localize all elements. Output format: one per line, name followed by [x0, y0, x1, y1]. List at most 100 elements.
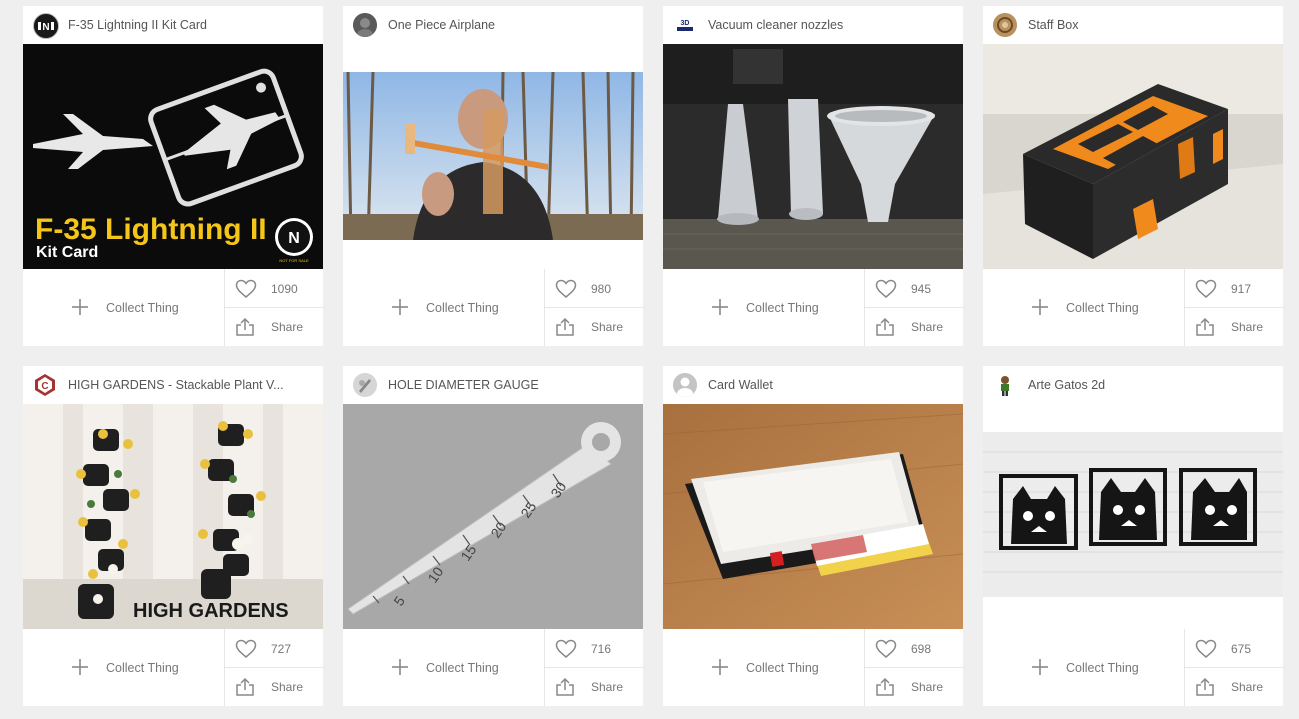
thing-title[interactable]: HOLE DIAMETER GAUGE: [388, 378, 633, 392]
creator-avatar[interactable]: [353, 373, 377, 397]
plus-icon: [712, 659, 728, 675]
thing-title[interactable]: HIGH GARDENS - Stackable Plant V...: [68, 378, 313, 392]
creator-avatar[interactable]: [993, 13, 1017, 37]
share-label: Share: [271, 680, 304, 694]
thing-card[interactable]: Staff Box Collect Thing 917 Share: [983, 6, 1284, 346]
card-stats: 917 Share: [1184, 269, 1284, 346]
share-icon: [236, 317, 254, 336]
collect-label: Collect Thing: [426, 661, 499, 675]
thing-title[interactable]: F-35 Lightning II Kit Card: [68, 18, 313, 32]
collect-thing-button[interactable]: Collect Thing: [343, 629, 544, 706]
share-button[interactable]: Share: [865, 308, 964, 346]
heart-icon: [875, 639, 897, 658]
like-button[interactable]: 716: [545, 629, 644, 668]
creator-avatar[interactable]: [353, 13, 377, 37]
like-count: 716: [591, 642, 612, 656]
share-icon: [236, 677, 254, 696]
share-button[interactable]: Share: [545, 308, 644, 346]
card-stats: 945 Share: [864, 269, 964, 346]
like-button[interactable]: 945: [865, 269, 964, 308]
like-count: 917: [1231, 282, 1252, 296]
thing-thumbnail[interactable]: [983, 44, 1283, 269]
card-header: HOLE DIAMETER GAUGE: [343, 366, 643, 404]
thing-card[interactable]: C HIGH GARDENS - Stackable Plant V... HI…: [23, 366, 324, 706]
thing-card[interactable]: Arte Gatos 2d Collect Thing 675 Share: [983, 366, 1284, 706]
thing-card[interactable]: HOLE DIAMETER GAUGE 30 25 20 15 10 5 Col…: [343, 366, 644, 706]
like-button[interactable]: 1090: [225, 269, 324, 308]
card-header: C HIGH GARDENS - Stackable Plant V...: [23, 366, 323, 404]
like-button[interactable]: 675: [1185, 629, 1284, 668]
heart-icon: [235, 639, 257, 658]
collect-thing-button[interactable]: Collect Thing: [343, 269, 544, 346]
thing-card[interactable]: Card Wallet Collect Thing 698 Share: [663, 366, 964, 706]
thing-title[interactable]: Card Wallet: [708, 378, 953, 392]
thing-thumbnail[interactable]: 30 25 20 15 10 5: [343, 404, 643, 629]
share-button[interactable]: Share: [225, 308, 324, 346]
thumb-headline: HIGH GARDENS: [133, 600, 289, 622]
plus-icon: [72, 299, 88, 315]
thing-thumbnail[interactable]: [343, 44, 643, 269]
creator-avatar[interactable]: [673, 373, 697, 397]
collect-label: Collect Thing: [1066, 661, 1139, 675]
thing-card[interactable]: 3D Vacuum cleaner nozzles Collect Thing: [663, 6, 964, 346]
collect-thing-button[interactable]: Collect Thing: [983, 269, 1184, 346]
collect-thing-button[interactable]: Collect Thing: [23, 269, 224, 346]
card-stats: 1090 Share: [224, 269, 324, 346]
share-label: Share: [1231, 680, 1264, 694]
collect-thing-button[interactable]: Collect Thing: [983, 629, 1184, 706]
thing-thumbnail[interactable]: HIGH GARDENS: [23, 404, 323, 629]
share-label: Share: [911, 680, 944, 694]
creator-avatar[interactable]: C: [33, 373, 57, 397]
thing-card[interactable]: N F-35 Lightning II Kit Card F-35 Lightn…: [23, 6, 324, 346]
thing-title[interactable]: Arte Gatos 2d: [1028, 378, 1273, 392]
share-button[interactable]: Share: [1185, 668, 1284, 706]
thing-thumbnail[interactable]: F-35 Lightning II Kit Card N NOT FOR SAL…: [23, 44, 323, 269]
card-stats: 980 Share: [544, 269, 644, 346]
card-stats: 698 Share: [864, 629, 964, 706]
heart-icon: [235, 279, 257, 298]
thing-thumbnail[interactable]: [983, 404, 1283, 629]
plus-icon: [392, 659, 408, 675]
collect-label: Collect Thing: [106, 301, 179, 315]
creator-avatar[interactable]: N: [33, 13, 59, 39]
collect-label: Collect Thing: [106, 661, 179, 675]
thing-title[interactable]: Vacuum cleaner nozzles: [708, 18, 953, 32]
collect-thing-button[interactable]: Collect Thing: [23, 629, 224, 706]
thing-title[interactable]: One Piece Airplane: [388, 18, 633, 32]
creator-avatar[interactable]: [993, 373, 1017, 397]
thing-title[interactable]: Staff Box: [1028, 18, 1273, 32]
heart-icon: [555, 639, 577, 658]
thumb-subtitle: Kit Card: [36, 244, 98, 261]
share-label: Share: [591, 680, 624, 694]
like-button[interactable]: 727: [225, 629, 324, 668]
plus-icon: [72, 659, 88, 675]
share-icon: [556, 677, 574, 696]
like-button[interactable]: 917: [1185, 269, 1284, 308]
like-button[interactable]: 698: [865, 629, 964, 668]
card-header: Staff Box: [983, 6, 1283, 44]
collect-thing-button[interactable]: Collect Thing: [663, 629, 864, 706]
svg-text:C: C: [41, 381, 48, 392]
share-button[interactable]: Share: [1185, 308, 1284, 346]
card-header: Arte Gatos 2d: [983, 366, 1283, 404]
share-button[interactable]: Share: [865, 668, 964, 706]
heart-icon: [1195, 639, 1217, 658]
share-button[interactable]: Share: [545, 668, 644, 706]
thing-thumbnail[interactable]: [663, 404, 963, 629]
collect-label: Collect Thing: [1066, 301, 1139, 315]
collect-label: Collect Thing: [746, 301, 819, 315]
like-button[interactable]: 980: [545, 269, 644, 308]
thing-thumbnail[interactable]: [663, 44, 963, 269]
card-header: One Piece Airplane: [343, 6, 643, 44]
card-header: 3D Vacuum cleaner nozzles: [663, 6, 963, 44]
card-header: N F-35 Lightning II Kit Card: [23, 6, 323, 44]
collect-thing-button[interactable]: Collect Thing: [663, 269, 864, 346]
like-count: 727: [271, 642, 292, 656]
plus-icon: [392, 299, 408, 315]
thing-card[interactable]: One Piece Airplane Collect Thing 980 Sha…: [343, 6, 644, 346]
share-button[interactable]: Share: [225, 668, 324, 706]
creator-avatar[interactable]: 3D: [673, 13, 697, 37]
card-stats: 716 Share: [544, 629, 644, 706]
share-label: Share: [591, 320, 624, 334]
share-icon: [1196, 317, 1214, 336]
